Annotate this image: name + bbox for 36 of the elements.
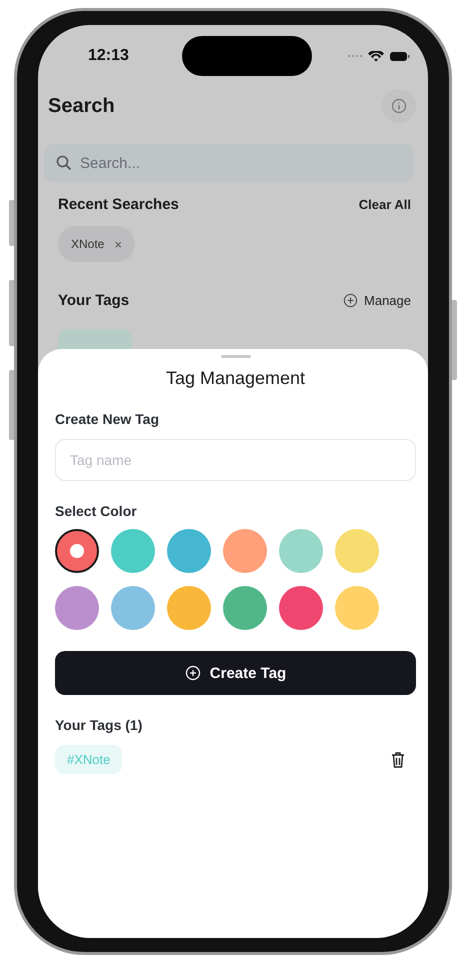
plus-circle-icon	[184, 665, 201, 681]
signal-icon	[346, 54, 362, 58]
section-title: Recent Searches	[58, 196, 179, 213]
create-tag-button[interactable]: Create Tag	[55, 651, 416, 695]
color-swatch[interactable]	[279, 586, 323, 630]
search-field[interactable]: Search...	[44, 144, 414, 182]
section-title: Your Tags	[58, 292, 130, 309]
color-swatch[interactable]	[223, 529, 267, 573]
search-icon	[56, 155, 72, 171]
wifi-icon	[368, 50, 384, 62]
section-title: Your Tags (1)	[55, 717, 144, 733]
sheet-title: Tag Management	[164, 368, 306, 389]
color-swatch[interactable]	[111, 529, 155, 573]
field-label: Create New Tag	[55, 411, 160, 427]
color-swatch[interactable]	[279, 529, 323, 573]
field-label: Select Color	[55, 503, 138, 519]
color-swatch[interactable]	[111, 586, 155, 630]
color-swatch[interactable]	[55, 586, 99, 630]
color-swatch[interactable]	[223, 586, 267, 630]
color-swatch[interactable]	[167, 529, 211, 573]
info-icon	[391, 98, 407, 114]
status-time: 12:13	[88, 47, 129, 65]
trash-icon[interactable]	[390, 750, 406, 768]
recent-search-chip[interactable]: XNote ×	[58, 226, 135, 262]
tag-name-field[interactable]: Tag name	[55, 439, 416, 481]
info-button[interactable]	[382, 89, 416, 123]
page-title: Search	[48, 94, 115, 118]
sheet-handle[interactable]	[220, 355, 250, 358]
manage-button[interactable]: Manage	[343, 293, 411, 308]
color-swatch[interactable]	[167, 586, 211, 630]
color-swatch[interactable]	[335, 586, 379, 630]
plus-circle-icon	[343, 293, 358, 308]
color-swatch[interactable]	[335, 529, 379, 573]
clear-all-link[interactable]: Clear All	[358, 197, 411, 212]
color-swatch[interactable]	[55, 529, 99, 573]
battery-icon	[390, 52, 410, 60]
